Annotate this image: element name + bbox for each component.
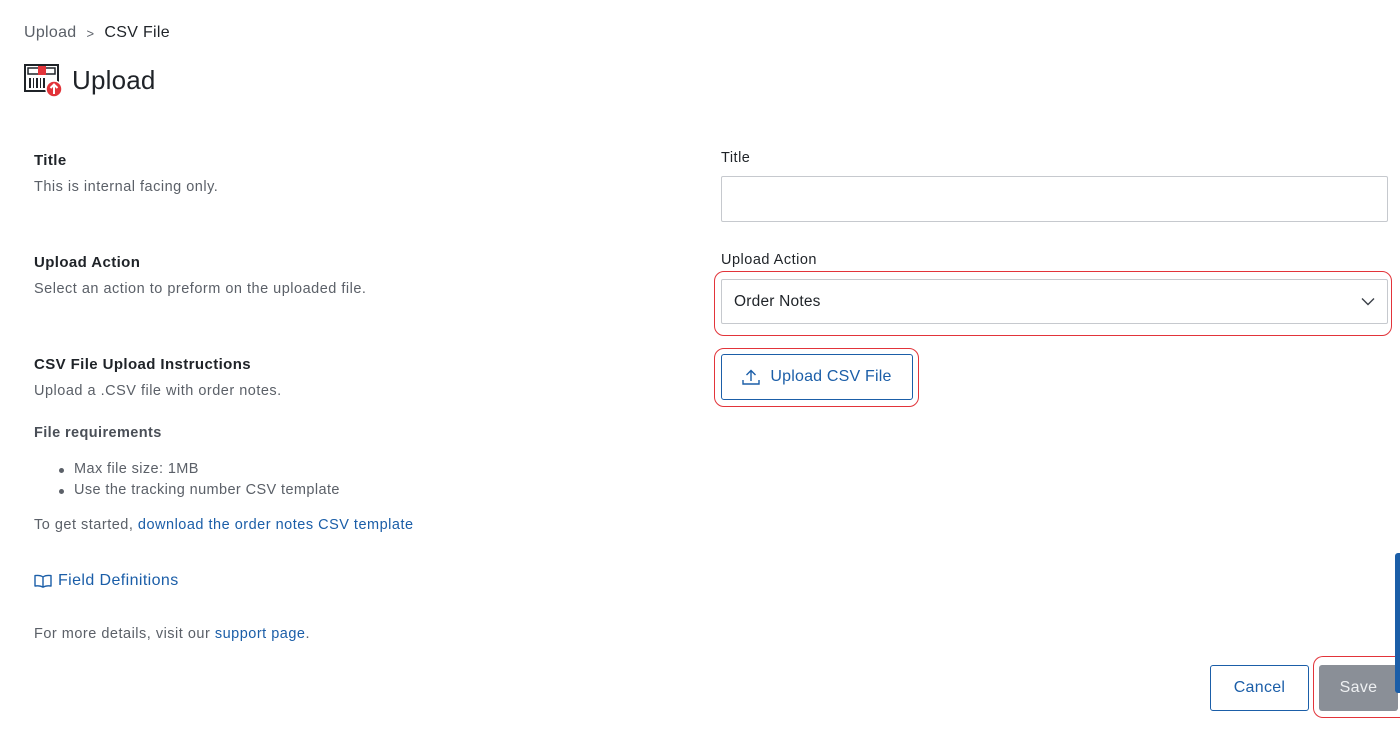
list-item: Use the tracking number CSV template xyxy=(56,480,340,501)
upload-csv-page: Upload > CSV File Upload Title This is i… xyxy=(0,0,1400,735)
title-field-label: Title xyxy=(721,150,751,166)
title-section-description: This is internal facing only. xyxy=(34,179,219,195)
page-header: Upload xyxy=(24,62,156,98)
instructions-heading: CSV File Upload Instructions xyxy=(34,356,252,373)
upload-icon xyxy=(742,369,761,385)
page-title: Upload xyxy=(72,64,156,95)
upload-csv-button-label: Upload CSV File xyxy=(770,368,892,385)
support-page-link[interactable]: support page xyxy=(215,626,306,642)
file-requirements-title: File requirements xyxy=(34,425,162,441)
cancel-button[interactable]: Cancel xyxy=(1210,665,1309,711)
book-icon xyxy=(34,574,52,588)
breadcrumb-current: CSV File xyxy=(104,24,170,41)
upload-action-field-label: Upload Action xyxy=(721,252,817,268)
field-definitions-label: Field Definitions xyxy=(58,572,179,589)
upload-box-icon xyxy=(24,64,63,98)
breadcrumb-upload[interactable]: Upload xyxy=(24,24,77,42)
breadcrumb: Upload > CSV File xyxy=(24,24,170,42)
list-item: Max file size: 1MB xyxy=(56,459,340,480)
more-details-text: For more details, visit our support page… xyxy=(34,626,310,642)
save-button[interactable]: Save xyxy=(1319,665,1398,711)
instructions-description: Upload a .CSV file with order notes. xyxy=(34,383,282,399)
title-section-heading: Title xyxy=(34,152,67,169)
scrollbar-thumb[interactable] xyxy=(1395,553,1400,693)
upload-csv-button[interactable]: Upload CSV File xyxy=(721,354,913,400)
title-input[interactable] xyxy=(721,176,1388,222)
file-requirements-list: Max file size: 1MB Use the tracking numb… xyxy=(56,459,340,501)
get-started-prefix: To get started, xyxy=(34,517,138,533)
get-started-text: To get started, download the order notes… xyxy=(34,517,414,533)
field-definitions-link[interactable]: Field Definitions xyxy=(34,572,179,590)
download-template-link[interactable]: download the order notes CSV template xyxy=(138,517,414,533)
chevron-down-icon xyxy=(1361,298,1375,306)
upload-action-select[interactable]: Order Notes xyxy=(721,279,1388,324)
more-details-suffix: . xyxy=(305,626,310,642)
upload-action-section-description: Select an action to preform on the uploa… xyxy=(34,281,367,297)
upload-action-section-heading: Upload Action xyxy=(34,254,141,271)
more-details-prefix: For more details, visit our xyxy=(34,626,215,642)
upload-action-selected-value: Order Notes xyxy=(734,292,821,310)
breadcrumb-separator: > xyxy=(86,25,95,41)
